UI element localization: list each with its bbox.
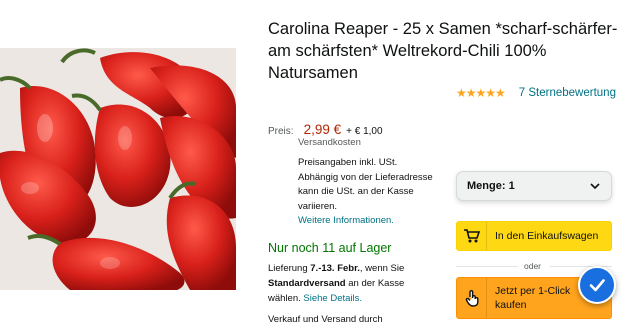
or-separator: oder [524, 261, 542, 271]
shipping-cost: + € 1,00 [346, 126, 383, 137]
delivery-method: Standardversand [268, 278, 346, 289]
rating[interactable]: ★★★★★ 7 Sternebewertung [456, 86, 616, 100]
tax-info-text: Preisangaben inkl. USt. Abhängig von der… [298, 157, 433, 212]
check-fab-button[interactable] [578, 266, 616, 304]
price-row: Preis: 2,99 € + € 1,00 [268, 122, 383, 137]
chili-peppers-image [0, 48, 236, 290]
price-amount: 2,99 € [303, 122, 342, 137]
price-label: Preis: [268, 126, 294, 137]
quantity-label: Menge: [467, 180, 506, 192]
cart-icon [457, 222, 487, 250]
stock-status: Nur noch 11 auf Lager [268, 241, 392, 255]
rating-link[interactable]: 7 Sternebewertung [519, 87, 616, 99]
chevron-down-icon [590, 183, 600, 190]
delivery-prefix: Lieferung [268, 263, 308, 274]
quantity-dropdown[interactable]: Menge: 1 [456, 171, 612, 201]
add-to-cart-label: In den Einkaufswagen [495, 230, 599, 242]
delivery-details-link[interactable]: Siehe Details. [303, 293, 362, 304]
delivery-date: 7.-13. Febr. [310, 263, 360, 274]
more-info-link[interactable]: Weitere Informationen. [298, 214, 438, 229]
add-to-cart-button[interactable]: In den Einkaufswagen [456, 221, 612, 251]
rating-stars: ★★★★★ [456, 86, 506, 100]
seller-info: Verkauf und Versand durch [268, 314, 383, 323]
delivery-info: Lieferung 7.-13. Febr., wenn Sie Standar… [268, 261, 428, 306]
divider-left [456, 266, 518, 267]
product-image[interactable] [0, 48, 236, 290]
product-title: Carolina Reaper - 25 x Samen *scharf-sch… [268, 20, 618, 82]
quantity-value: 1 [508, 180, 515, 192]
tap-hand-icon [457, 278, 487, 318]
tax-info: Preisangaben inkl. USt. Abhängig von der… [298, 156, 438, 229]
shipping-label: Versandkosten [298, 137, 361, 148]
check-icon [589, 279, 605, 292]
delivery-mid: , wenn Sie [359, 263, 405, 274]
